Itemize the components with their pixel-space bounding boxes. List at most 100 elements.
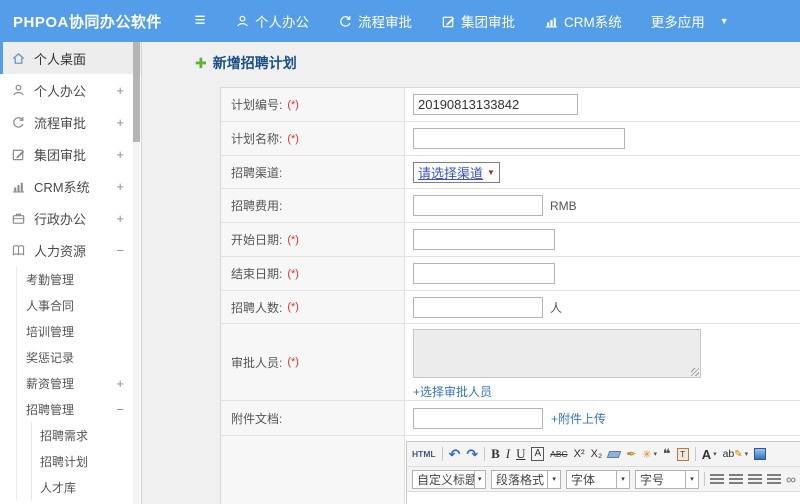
currency-unit-label: RMB [550,198,577,213]
select-caret-down-icon: ▼ [487,167,495,177]
subscript-button[interactable]: X₂ [591,448,603,460]
app-logo: PHPOA协同办公软件 [13,13,162,31]
more-apps-caret-down-icon[interactable]: ▼ [720,16,729,26]
align-left-icon[interactable] [710,474,724,484]
recruit-plan-form: 计划编号: (*) 计划名称: (*) 招聘 [220,87,800,504]
required-marker: (*) [287,233,299,246]
bold-button[interactable]: B [491,446,500,462]
sidebar-item-recruit-mgmt[interactable]: 招聘管理 − [17,396,141,422]
field-label: 审批人员: [231,355,283,370]
page-title: ✚ 新增招聘计划 [195,53,297,73]
top-nav-personal-office[interactable]: 个人办公 [235,11,309,31]
attachment-upload-link[interactable]: +附件上传 [551,410,606,427]
sidebar-item-salary-mgmt[interactable]: 薪资管理 + [17,370,141,396]
toolbar-separator [704,472,705,486]
top-nav-workflow-approval[interactable]: 流程审批 [338,11,412,31]
sidebar-item-training-mgmt[interactable]: 培训管理 [17,318,141,344]
sidebar-item-group-approval[interactable]: 集团审批 + [0,138,141,170]
caret-down-icon: ▾ [685,470,698,488]
sidebar-item-attendance-mgmt[interactable]: 考勤管理 [17,266,141,292]
highlight-color-button[interactable]: ab ✎ ▾ [723,448,749,460]
format-painter-icon[interactable]: ✒ [626,447,636,461]
paste-icon[interactable]: T [676,447,689,461]
sidebar-scrollbar-thumb[interactable] [133,42,140,142]
attachment-input[interactable] [413,407,543,429]
field-label: 附件文档: [231,411,283,426]
select-approvers-link[interactable]: +选择审批人员 [413,383,492,400]
required-marker: (*) [287,98,299,111]
form-row-plan-name: 计划名称: (*) [221,122,800,156]
blockquote-icon[interactable]: ❝ [663,446,671,462]
app-window: PHPOA协同办公软件 ≡ 个人办公 流程审批 集团审批 CRM系统 更多应用 [0,0,800,504]
form-row-plan-content: HTML ↶ ↷ B I U A ABC X² X₂ ✒ ✳ ▾ ❝ T A ▾… [221,436,800,504]
toolbar-separator [484,447,486,461]
top-nav-more-apps[interactable]: 更多应用 [651,11,705,31]
align-center-icon[interactable] [729,474,743,484]
plan-number-input[interactable] [413,94,578,115]
form-row-start-date: 开始日期: (*) [221,223,800,257]
caret-down-icon: ▾ [744,451,749,458]
underline-button[interactable]: U [516,446,525,462]
html-source-button[interactable]: HTML [412,449,436,459]
channel-select-value: 请选择渠道 [418,165,484,181]
superscript-button[interactable]: X² [574,448,585,460]
sidebar-item-personal-desktop[interactable]: 个人桌面 [0,42,141,74]
form-row-recruit-channel: 招聘渠道: 请选择渠道 ▼ [221,156,800,189]
font-family-select[interactable]: 字体 ▾ [566,469,630,489]
sidebar-item-workflow-approval[interactable]: 流程审批 + [0,106,141,138]
sidebar-item-talent-pool[interactable]: 人才库 [32,474,141,500]
hamburger-menu-icon[interactable]: ≡ [185,10,215,32]
sidebar-item-reward-punishment[interactable]: 奖惩记录 [17,344,141,370]
sidebar-item-admin-office[interactable]: 行政办公 + [0,202,141,234]
strikethrough-button[interactable]: ABC [550,449,567,459]
sidebar-item-recruit-plan[interactable]: 招聘计划 [32,448,141,474]
channel-select[interactable]: 请选择渠道 ▼ [413,161,500,183]
form-row-attachment: 附件文档: +附件上传 [221,401,800,436]
person-icon [11,83,26,98]
start-date-input[interactable] [413,229,555,250]
font-color-button[interactable]: A ▾ [702,447,717,462]
custom-heading-select[interactable]: 自定义标题 ▾ [412,469,486,489]
green-plus-icon: ✚ [195,54,207,71]
approvers-textarea[interactable] [413,329,701,378]
editor-content-area[interactable] [407,492,800,504]
form-row-headcount: 招聘人数: (*) 人 [221,291,800,324]
pencil-icon: ✎ [734,448,743,460]
text-effect-button[interactable]: ✳ ▾ [642,448,657,461]
eraser-icon[interactable] [606,450,622,458]
insert-link-icon[interactable]: ∞ [786,471,796,487]
sidebar-item-personnel-contract[interactable]: 人事合同 [17,292,141,318]
rich-text-editor: HTML ↶ ↷ B I U A ABC X² X₂ ✒ ✳ ▾ ❝ T A ▾… [406,441,800,504]
undo-icon[interactable]: ↶ [449,446,461,463]
resize-grip-icon[interactable] [691,368,699,376]
caret-down-icon: ▾ [547,470,560,488]
top-nav-crm-system[interactable]: CRM系统 [544,11,622,31]
bar-chart-icon [11,179,26,194]
image-icon[interactable] [754,448,767,460]
font-size-select[interactable]: 字号 ▾ [635,469,699,489]
recruit-submenu: 招聘需求 招聘计划 人才库 [31,422,141,500]
top-nav-group-approval[interactable]: 集团审批 [441,11,515,31]
field-label: 招聘渠道: [231,165,283,180]
field-label: 计划编号: [231,98,283,112]
briefcase-icon [11,211,26,226]
font-border-button[interactable]: A [531,447,545,461]
sidebar-scrollbar[interactable] [133,42,140,504]
plan-name-input[interactable] [413,128,625,149]
paragraph-format-select[interactable]: 段落格式 ▾ [491,469,561,489]
caret-down-icon: ▾ [473,470,486,488]
redo-icon[interactable]: ↷ [466,446,478,463]
form-row-plan-number: 计划编号: (*) [221,88,800,122]
recruit-cost-input[interactable] [413,195,543,216]
align-justify-icon[interactable] [767,474,781,484]
form-row-end-date: 结束日期: (*) [221,257,800,291]
sidebar-item-personal-office[interactable]: 个人办公 + [0,74,141,106]
end-date-input[interactable] [413,263,555,284]
align-right-icon[interactable] [748,474,762,484]
sidebar-item-human-resources[interactable]: 人力资源 − [0,234,141,266]
sidebar-item-recruit-demand[interactable]: 招聘需求 [32,422,141,448]
headcount-input[interactable] [413,296,543,318]
italic-button[interactable]: I [506,446,510,462]
main-content: ✚ 新增招聘计划 计划编号: (*) 计划名称: (*) [142,42,800,504]
sidebar-item-crm-system[interactable]: CRM系统 + [0,170,141,202]
